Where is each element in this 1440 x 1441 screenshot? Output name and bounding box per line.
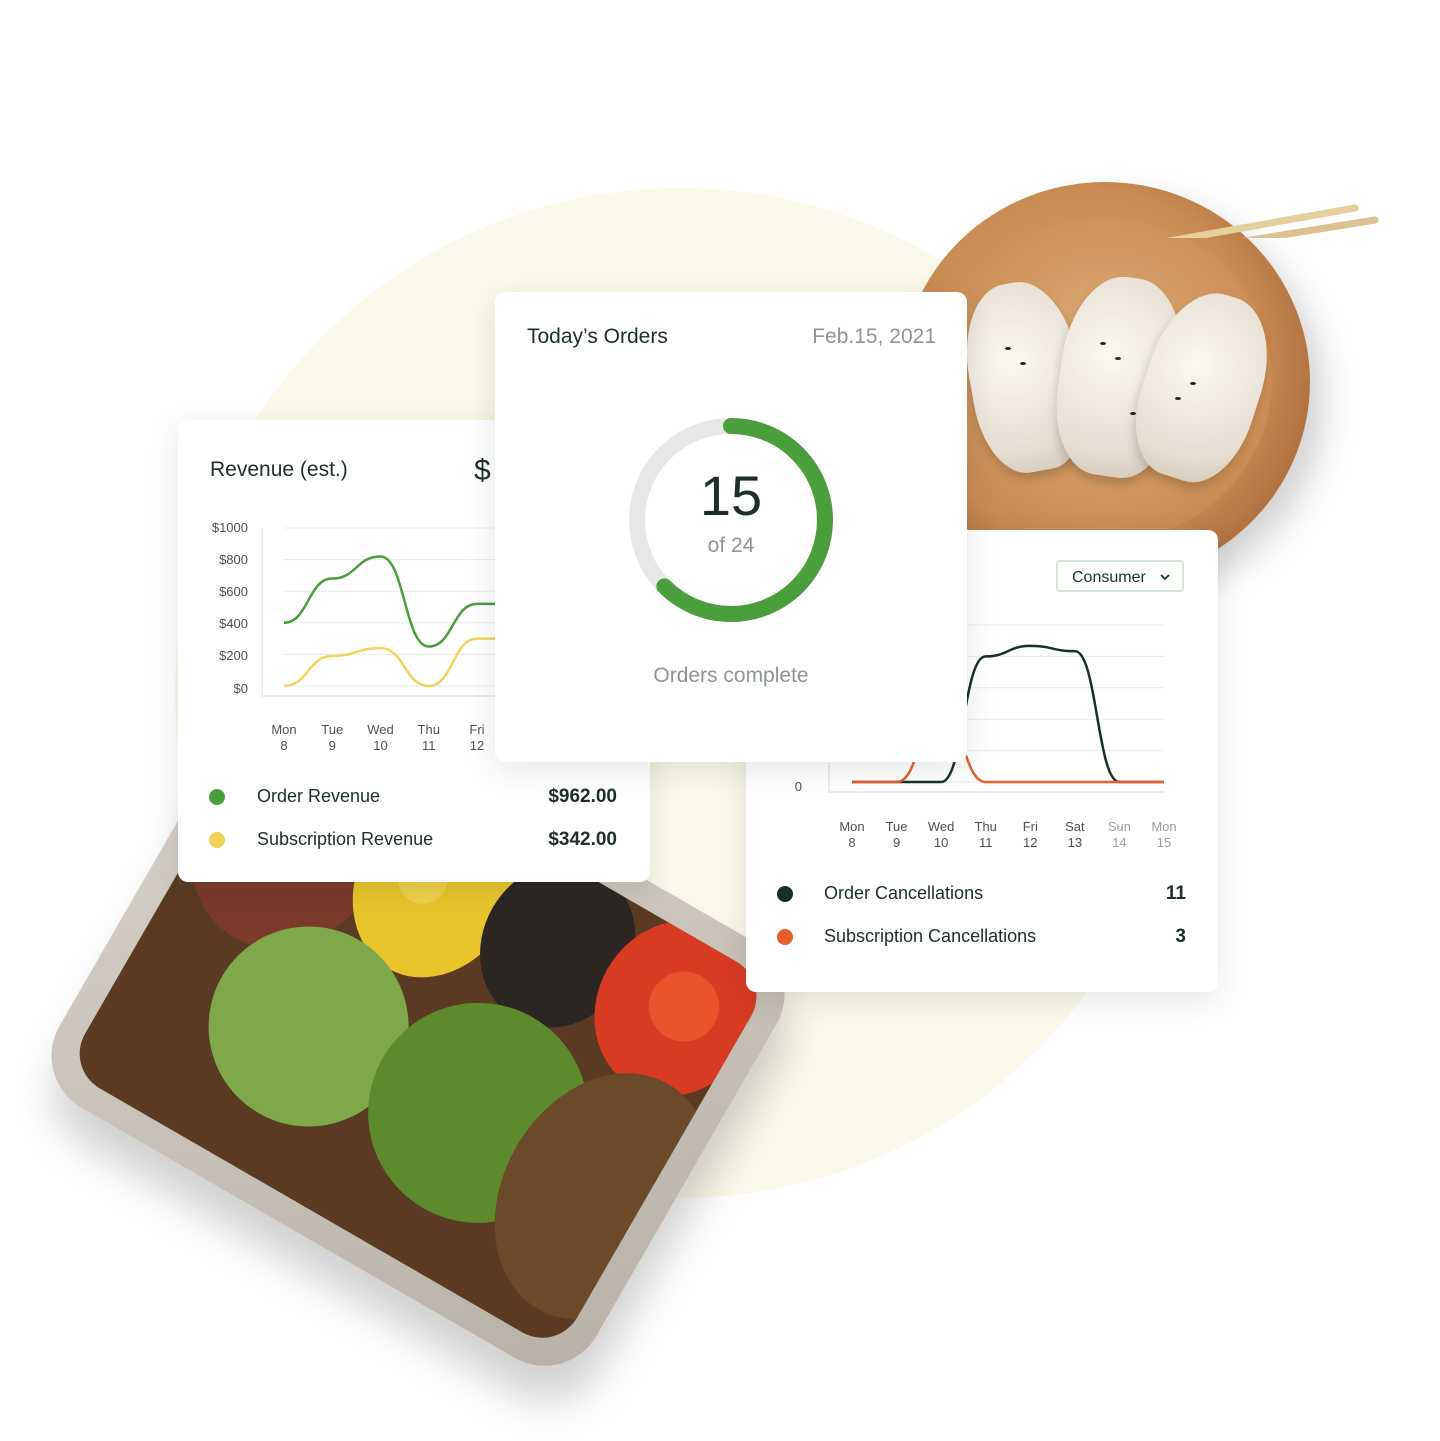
x-tick-label: Tue 9 (321, 722, 344, 753)
todays-orders-card: Today’s Orders Feb.15, 2021 15 of 24 Ord… (495, 292, 967, 762)
order-cancellations-count: 11 (1165, 883, 1186, 904)
orders-date: Feb.15, 2021 (812, 325, 936, 348)
subscription-revenue-label: Subscription Revenue (257, 829, 434, 849)
x-tick-label: Thu 11 (417, 722, 440, 753)
x-tick-label: Thu 11 (974, 819, 997, 850)
x-tick-label: Wed 10 (927, 819, 955, 850)
y-tick-label: $200 (219, 648, 248, 663)
x-tick-label: Mon 15 (1151, 819, 1177, 850)
y-tick-label: $0 (233, 681, 248, 696)
x-tick-label: Mon 8 (839, 819, 865, 850)
orders-title: Today’s Orders (527, 325, 668, 348)
chopsticks (1166, 204, 1379, 238)
y-tick-label: $400 (219, 616, 248, 631)
order-revenue-label: Order Revenue (257, 786, 381, 806)
subscription-cancellations-count: 3 (1175, 926, 1186, 947)
y-tick-label: $600 (219, 584, 248, 599)
x-tick-label: Sat 13 (1065, 819, 1085, 850)
y-tick-label: $800 (219, 552, 248, 567)
series-line-order-revenue (283, 555, 526, 648)
subscription-revenue-dot (209, 832, 225, 848)
x-tick-label: Sun 14 (1107, 819, 1131, 850)
x-tick-label: Wed 10 (367, 722, 394, 753)
orders-caption: Orders complete (653, 664, 809, 687)
order-cancellations-dot (777, 886, 793, 902)
y-tick-label: $1000 (211, 520, 248, 535)
x-tick-label: Fri 12 (1022, 819, 1038, 850)
order-revenue-amount: $962.00 (548, 786, 617, 807)
order-revenue-dot (209, 789, 225, 805)
subscription-cancellations-label: Subscription Cancellations (824, 926, 1037, 946)
orders-completed-count: 15 (699, 464, 763, 527)
x-tick-label: Mon 8 (271, 722, 297, 753)
order-cancellations-label: Order Cancellations (824, 883, 984, 903)
subscription-cancellations-dot (777, 929, 793, 945)
y-tick-label: 0 (794, 779, 802, 794)
x-tick-label: Tue 9 (885, 819, 908, 850)
subscription-revenue-amount: $342.00 (548, 829, 617, 850)
orders-total: of 24 (707, 534, 755, 557)
series-line-subscription-revenue (283, 637, 526, 688)
